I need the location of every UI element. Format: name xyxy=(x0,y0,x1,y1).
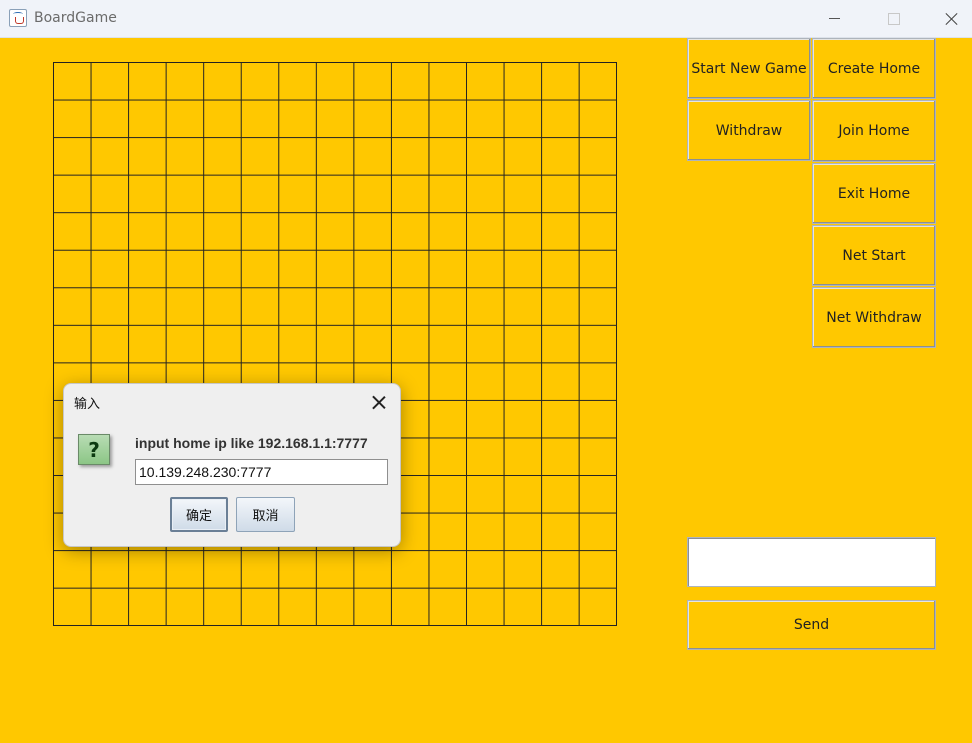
java-app-icon xyxy=(9,9,27,27)
ok-button[interactable]: 确定 xyxy=(170,497,228,532)
title-bar: BoardGame xyxy=(0,0,972,38)
close-icon[interactable] xyxy=(929,0,972,38)
minimize-icon[interactable] xyxy=(812,0,858,38)
withdraw-button[interactable]: Withdraw xyxy=(687,100,811,161)
window-title: BoardGame xyxy=(34,10,117,26)
net-start-button[interactable]: Net Start xyxy=(812,225,936,286)
cancel-button[interactable]: 取消 xyxy=(236,497,295,532)
exit-home-button[interactable]: Exit Home xyxy=(812,163,936,224)
ip-address-input[interactable] xyxy=(135,459,388,485)
start-new-game-button[interactable]: Start New Game xyxy=(687,38,811,99)
create-home-button[interactable]: Create Home xyxy=(812,38,936,99)
send-button[interactable]: Send xyxy=(687,600,936,650)
chat-message-input[interactable] xyxy=(687,537,936,587)
dialog-title: 输入 xyxy=(74,397,101,412)
maximize-icon[interactable] xyxy=(870,0,916,38)
dialog-message: input home ip like 192.168.1.1:7777 xyxy=(135,435,368,451)
dialog-close-icon[interactable] xyxy=(369,393,389,413)
input-dialog: 输入 ? input home ip like 192.168.1.1:7777… xyxy=(63,383,401,547)
net-withdraw-button[interactable]: Net Withdraw xyxy=(812,287,936,348)
join-home-button[interactable]: Join Home xyxy=(812,100,936,162)
question-icon: ? xyxy=(78,434,110,465)
